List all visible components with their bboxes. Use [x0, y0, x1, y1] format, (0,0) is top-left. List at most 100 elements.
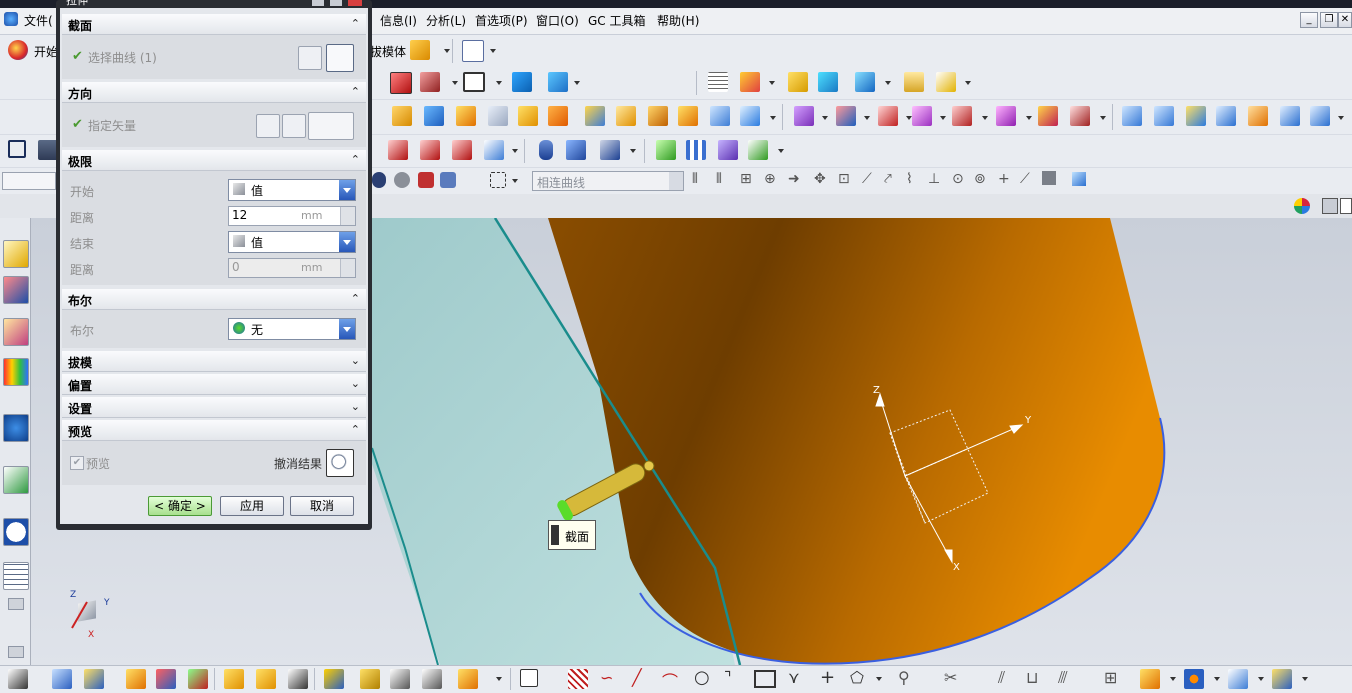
section-header-settings[interactable]: 设置 ⌄	[62, 397, 366, 418]
rectangle-icon[interactable]	[754, 670, 776, 688]
pan-icon[interactable]	[440, 172, 456, 188]
subtract-icon[interactable]	[836, 106, 856, 126]
move-icon[interactable]	[548, 72, 568, 92]
undo-icon[interactable]	[372, 172, 386, 188]
snap-any-icon[interactable]: ✥	[814, 171, 826, 187]
close-icon[interactable]: ✕	[1338, 12, 1352, 28]
menu-preferences[interactable]: 首选项(P)	[475, 12, 528, 29]
minimize-icon[interactable]: _	[1300, 12, 1318, 28]
end-distance-field[interactable]: 0 mm	[228, 258, 356, 278]
status-icon[interactable]	[1294, 198, 1310, 214]
expression-menu-icon[interactable]	[340, 259, 355, 277]
web-browser-icon[interactable]	[3, 414, 29, 442]
edit-icon[interactable]	[566, 140, 586, 160]
snap-icon[interactable]	[818, 72, 838, 92]
select-curve-label[interactable]: 选择曲线 (1)	[88, 49, 157, 66]
delete-feature-icon[interactable]	[600, 140, 620, 160]
sketch-section-icon[interactable]	[298, 46, 322, 70]
menu-file[interactable]: 文件(	[24, 12, 53, 29]
app-logo-icon[interactable]	[4, 12, 18, 26]
constraint-icon[interactable]: ⚲	[898, 668, 910, 687]
sequence-icon[interactable]	[288, 669, 308, 689]
hole-icon[interactable]	[484, 140, 504, 160]
cube-icon[interactable]	[585, 106, 605, 126]
maximize-view-icon[interactable]	[1322, 198, 1338, 214]
chevron-down-icon[interactable]: ⌄	[351, 354, 360, 367]
section-header-boolean[interactable]: 布尔 ⌃	[62, 289, 366, 310]
pattern-icon[interactable]: ⊞	[1104, 668, 1117, 687]
checker-icon[interactable]	[686, 140, 706, 160]
snap-control-icon[interactable]: ⊡	[838, 171, 850, 187]
csys-icon[interactable]	[740, 72, 760, 92]
studio-surface-icon[interactable]	[1216, 106, 1236, 126]
start-icon[interactable]	[8, 40, 28, 60]
unite-icon[interactable]	[794, 106, 814, 126]
clock-icon[interactable]	[3, 518, 29, 546]
grid-icon[interactable]	[568, 669, 588, 689]
shaded-edges-icon[interactable]	[390, 72, 412, 94]
table-icon[interactable]	[708, 72, 728, 92]
chevron-up-icon[interactable]: ⌃	[351, 17, 360, 30]
layer-icon[interactable]	[512, 72, 532, 92]
magnifier-icon[interactable]	[326, 449, 354, 477]
check-geometry-icon[interactable]	[656, 140, 676, 160]
box-icon[interactable]	[518, 106, 538, 126]
extend-icon[interactable]: ⫽	[998, 668, 1005, 688]
routing-icon[interactable]	[224, 669, 244, 689]
select-curve-icon[interactable]	[326, 44, 354, 72]
trim-body-icon[interactable]	[912, 106, 932, 126]
expression-icon[interactable]	[539, 140, 553, 160]
add-component-icon[interactable]	[84, 669, 104, 689]
arc-icon[interactable]: ⌒	[662, 668, 678, 692]
arrow-right-icon[interactable]: ➜	[788, 171, 800, 187]
full-screen-icon[interactable]	[1340, 198, 1352, 214]
link-icon[interactable]	[360, 669, 380, 689]
rotate-icon[interactable]	[418, 172, 434, 188]
vector-dialog-icon[interactable]	[282, 114, 306, 138]
dialog-collapse-icon[interactable]	[330, 0, 342, 6]
snap-point-on-icon[interactable]: +	[998, 171, 1010, 187]
curve-icon[interactable]	[8, 669, 28, 689]
scroll-down-icon[interactable]	[8, 646, 24, 658]
menu-window[interactable]: 窗口(O)	[536, 12, 579, 29]
snap-quadrant-icon[interactable]: ⊚	[974, 171, 986, 187]
emboss-icon[interactable]	[1038, 106, 1058, 126]
part-nav-icon[interactable]	[718, 140, 738, 160]
angle-icon[interactable]	[936, 72, 956, 92]
wcs-icon[interactable]	[748, 140, 768, 160]
sheet-icon[interactable]	[488, 106, 508, 126]
point-icon[interactable]: +	[820, 667, 835, 688]
patch-icon[interactable]	[996, 106, 1016, 126]
fillet-icon[interactable]: ⌝	[724, 668, 732, 687]
snap-box-icon[interactable]	[1072, 172, 1086, 186]
edge-blend-icon[interactable]	[420, 140, 440, 160]
sweep-icon[interactable]	[648, 106, 668, 126]
offset-curve-icon[interactable]: ⫻	[1058, 668, 1068, 688]
surface-icon[interactable]	[1122, 106, 1142, 126]
type-filter-field[interactable]	[2, 172, 56, 190]
circle-icon[interactable]: ○	[694, 667, 710, 688]
ruler-icon[interactable]	[904, 72, 924, 92]
section-header-offset[interactable]: 偏置 ⌄	[62, 374, 366, 395]
snap-surface-icon[interactable]	[1042, 171, 1056, 185]
cube-small-icon[interactable]	[1272, 669, 1292, 689]
draft-body-icon[interactable]	[410, 40, 430, 60]
chevron-down-icon[interactable]	[339, 180, 355, 200]
draft-body-label[interactable]: 拔模体	[370, 43, 406, 60]
snap-point-icon[interactable]	[394, 172, 410, 188]
menu-analysis[interactable]: 分析(L)	[426, 12, 466, 29]
flat-box-icon[interactable]	[1228, 669, 1248, 689]
section-header-section[interactable]: 截面 ⌃	[62, 14, 366, 35]
specify-vector-label[interactable]: 指定矢量	[88, 117, 136, 134]
fit-icon[interactable]	[8, 140, 26, 158]
wire-box-icon[interactable]	[740, 106, 760, 126]
revolve-icon[interactable]	[616, 106, 636, 126]
play-icon[interactable]	[855, 72, 875, 92]
snap-midpoint-icon[interactable]: ⊕	[764, 171, 776, 187]
face-blend-icon[interactable]	[452, 140, 472, 160]
dialog-reset-icon[interactable]	[312, 0, 324, 6]
chevron-down-icon[interactable]: ⌄	[351, 400, 360, 413]
measure-icon[interactable]	[788, 72, 808, 92]
info-icon[interactable]	[462, 40, 484, 62]
offset-face-icon[interactable]	[710, 106, 730, 126]
